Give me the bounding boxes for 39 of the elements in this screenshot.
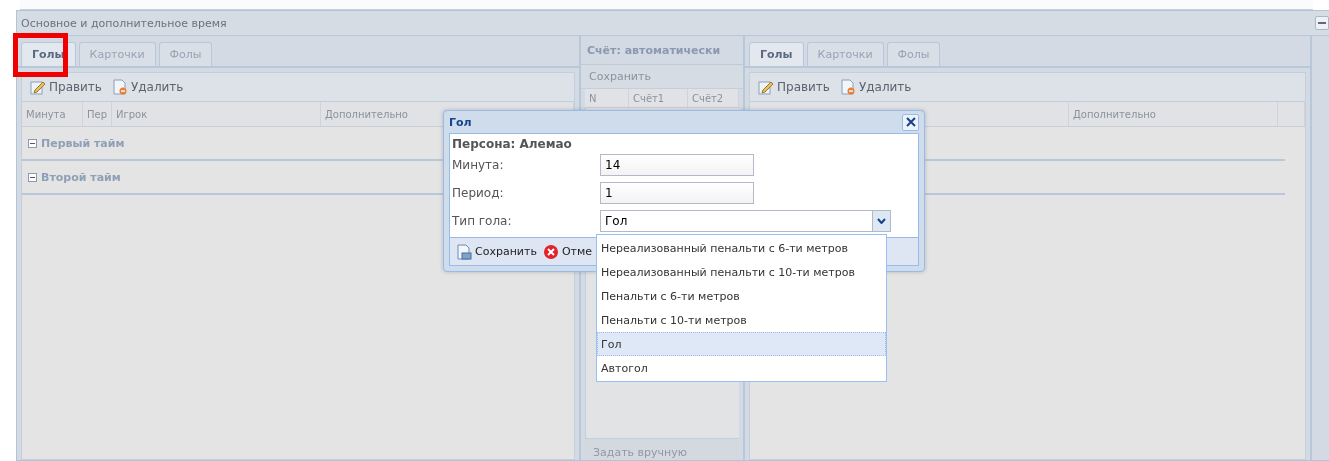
group-title: Второй тайм: [41, 170, 121, 184]
field-label: Тип гола:: [452, 214, 513, 228]
combo-box[interactable]: Гол: [600, 210, 891, 232]
edit-button[interactable]: Править: [30, 79, 102, 95]
column-header[interactable]: Дополнительно: [1069, 102, 1278, 126]
cancel-icon: [542, 243, 559, 260]
column-header[interactable]: N: [585, 89, 629, 107]
delete-button[interactable]: Удалить: [839, 79, 912, 95]
field-label: Минута:: [452, 158, 505, 172]
group-title: Первый тайм: [41, 136, 125, 150]
collapse-icon[interactable]: [28, 172, 37, 182]
collapse-icon[interactable]: [28, 138, 37, 148]
pencil-icon: [30, 79, 46, 95]
field-label: Период:: [452, 186, 505, 200]
column-header[interactable]: Счёт1: [629, 89, 688, 107]
highlight-frame: [13, 33, 68, 77]
tab[interactable]: Голы: [749, 42, 804, 66]
document-minus-icon: [839, 79, 856, 95]
pencil-icon: [758, 79, 774, 95]
column-header[interactable]: Минута: [22, 102, 83, 126]
person-name: Персона: Алемао: [452, 137, 573, 151]
save-button[interactable]: Сохранить: [456, 243, 537, 260]
collapse-button[interactable]: [1315, 16, 1329, 30]
cancel-button[interactable]: Отме: [542, 243, 592, 260]
close-button[interactable]: [902, 113, 919, 131]
edit-button[interactable]: Править: [758, 79, 830, 95]
input-field[interactable]: 14: [600, 154, 754, 176]
column-header[interactable]: Пер: [83, 102, 112, 126]
column-header[interactable]: Счёт2: [688, 89, 739, 107]
panel-title: Основное и дополнительное время: [21, 16, 227, 30]
caret-icon[interactable]: [872, 211, 890, 231]
input-field[interactable]: 1: [600, 182, 754, 204]
dropdown-option[interactable]: Гол: [597, 332, 886, 356]
minus-icon: [1318, 22, 1326, 24]
dialog-title: Гол: [449, 115, 472, 129]
document-minus-icon: [111, 79, 128, 95]
save-document-icon: [456, 243, 472, 260]
column-header[interactable]: Игрок: [112, 102, 321, 126]
delete-button[interactable]: Удалить: [111, 79, 184, 95]
